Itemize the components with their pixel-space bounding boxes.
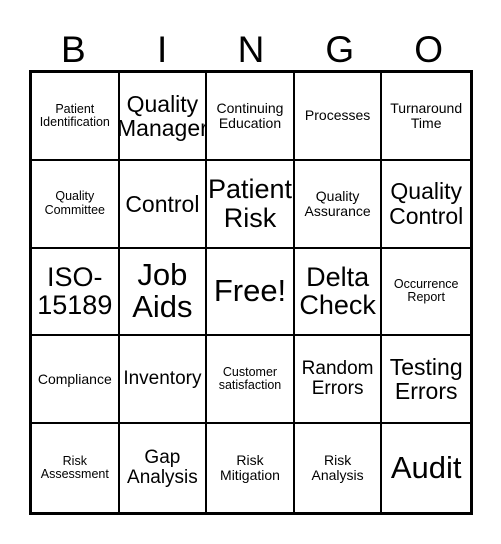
bingo-cell[interactable]: Risk Mitigation [207,424,295,512]
bingo-cell[interactable]: Occurrence Report [382,248,470,337]
bingo-cell[interactable]: Patient Identification [32,73,120,161]
bingo-cell-label: Quality Assurance [304,187,371,219]
bingo-cell-label: Risk Assessment [40,453,109,482]
bingo-cell[interactable]: Continuing Education [207,73,295,161]
bingo-header-letter-o: O [414,29,443,70]
bingo-cell-label: Risk Mitigation [220,452,280,484]
bingo-header-letter-g: G [325,29,355,70]
bingo-cell[interactable]: Job Aids [119,248,208,337]
bingo-cell-label: Turnaround Time [390,100,463,131]
bingo-cell[interactable]: Quality Manager [119,73,208,161]
bingo-header-letter-n: N [237,29,265,70]
bingo-cell[interactable]: Risk Assessment [32,424,120,512]
bingo-cell-label: Testing Errors [389,353,463,405]
bingo-cell-label: Quality Control [389,178,464,229]
bingo-cell[interactable]: Quality Committee [32,160,120,249]
bingo-header: BINGO [29,18,473,70]
bingo-header-letter-i: I [157,29,168,70]
bingo-cell[interactable]: Quality Assurance [294,160,383,249]
bingo-cell[interactable]: Random Errors [294,336,383,425]
bingo-cell[interactable]: Compliance [32,336,120,425]
bingo-cell-label: Patient Risk [207,174,293,233]
bingo-cell[interactable]: ISO-15189 [32,248,120,337]
bingo-cell-label: Compliance [37,370,112,387]
bingo-cell[interactable]: Gap Analysis [119,424,208,512]
bingo-cell[interactable]: Quality Control [382,160,470,249]
bingo-cell-label: Quality Manager [119,90,208,141]
bingo-grid: Patient Identification Quality Manager Con… [29,70,473,515]
bingo-cell[interactable]: Control [119,160,208,249]
bingo-cell[interactable]: Testing Errors [382,336,470,425]
bingo-cell[interactable]: Delta Check [294,248,383,337]
bingo-cell-label: Continuing Education [216,100,284,131]
bingo-cell[interactable]: Inventory [119,336,208,425]
bingo-cell-free[interactable]: Free! [207,248,295,337]
bingo-cell-label: Job Aids [132,256,193,325]
bingo-cell-label: Audit [390,449,462,485]
bingo-card: B I N G O Patient Identification Quality Mana… [0,0,501,544]
bingo-cell[interactable]: Processes [294,73,383,161]
bingo-cell-label: Risk Analysis [311,452,364,484]
bingo-cell-label: Control [125,190,200,217]
bingo-cell-label: Processes [304,107,371,124]
bingo-cell[interactable]: Audit [382,424,470,512]
bingo-cell-label: Random Errors [301,358,374,400]
bingo-cell-label: Occurrence Report [393,277,459,305]
bingo-cell[interactable]: Risk Analysis [294,424,383,512]
bingo-cell[interactable]: Turnaround Time [382,73,470,161]
bingo-cell-label: Gap Analysis [127,446,198,489]
bingo-cell-label: Customer satisfaction [218,365,282,393]
bingo-cell-label: Quality Committee [44,189,106,217]
bingo-cell-label: Patient Identification [39,101,110,129]
bingo-cell-label: Delta Check [299,261,376,321]
bingo-cell-label: Free! [213,273,287,309]
bingo-cell[interactable]: Patient Risk [207,160,295,249]
bingo-cell[interactable]: Customer satisfaction [207,336,295,425]
bingo-cell-label: Inventory [123,368,202,390]
bingo-cell-label: ISO-15189 [37,261,113,321]
bingo-header-letter-b: B [61,29,86,70]
